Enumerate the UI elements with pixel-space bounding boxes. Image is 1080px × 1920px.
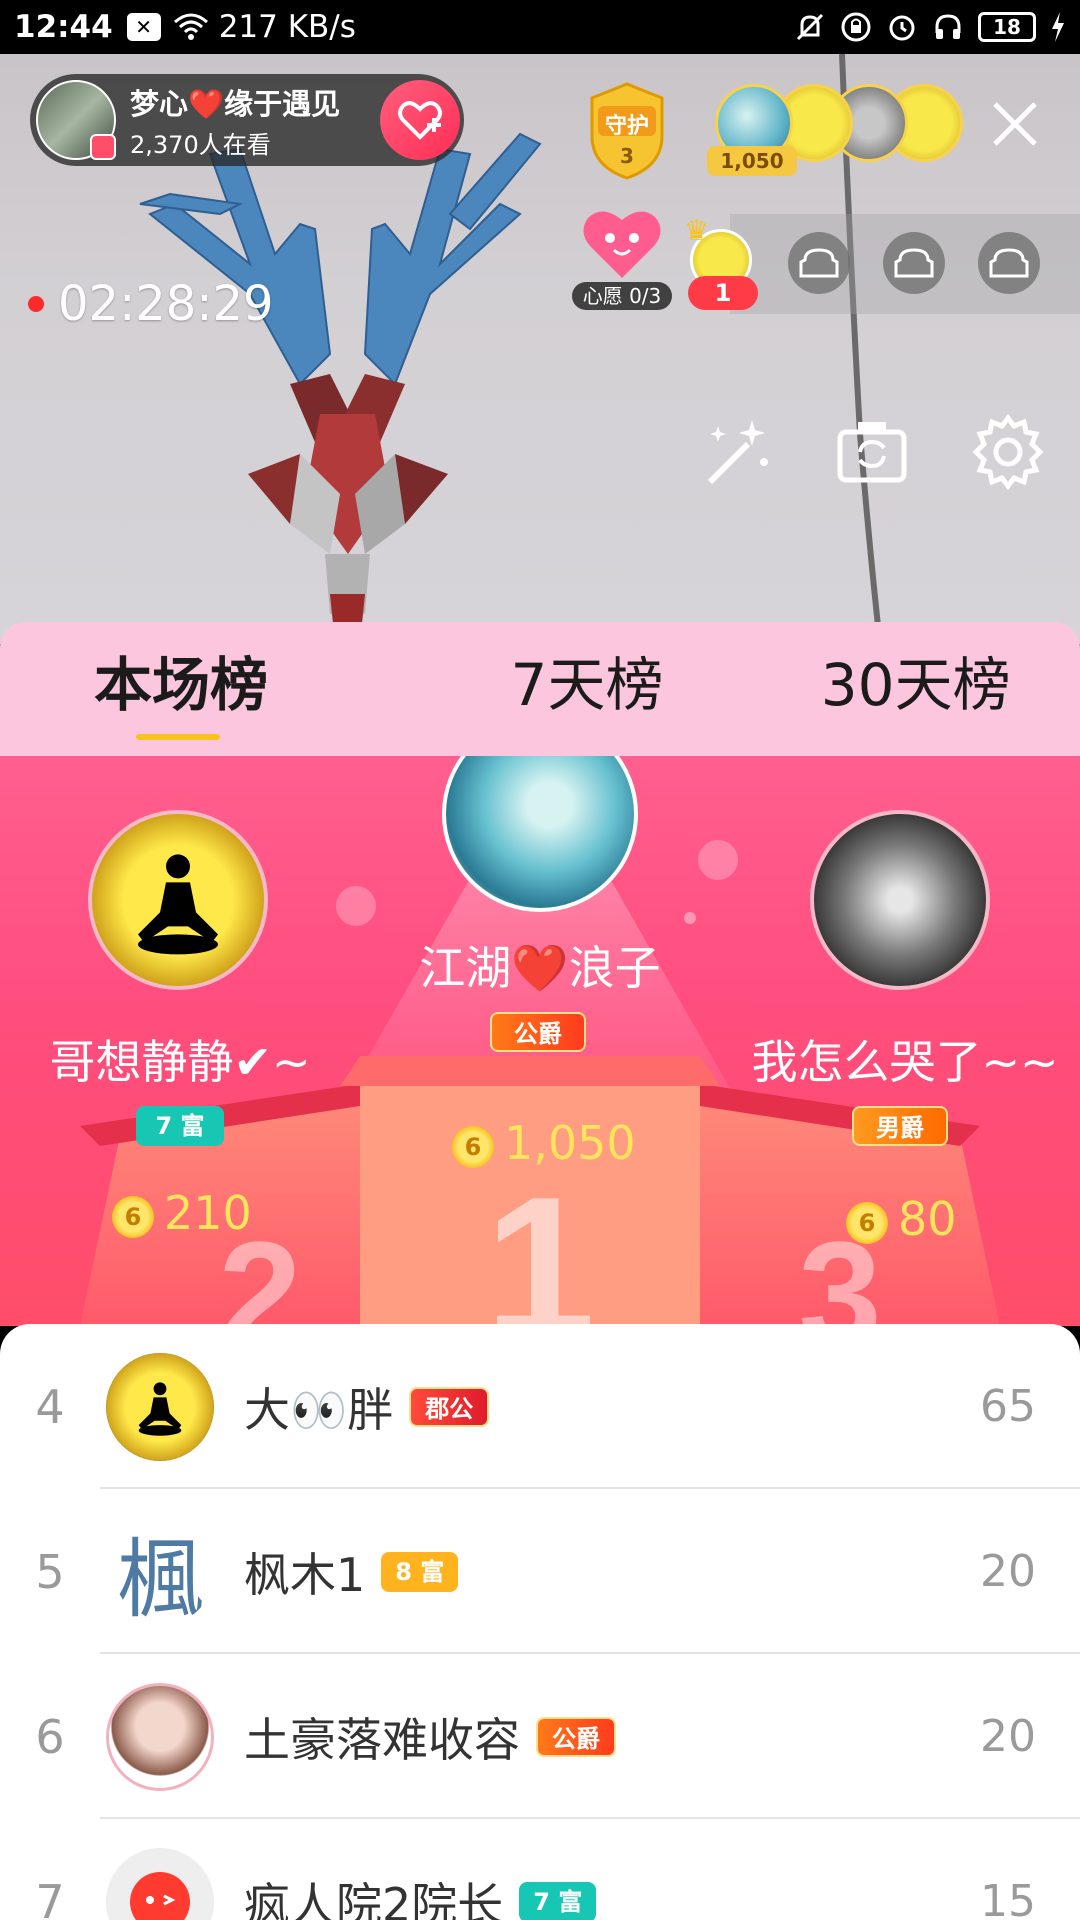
- count-badge: 郡公: [409, 1386, 490, 1427]
- lock-rotation-icon: [841, 12, 871, 42]
- user-avatar[interactable]: [106, 1352, 214, 1461]
- top-fan-score: 1,050: [707, 146, 797, 176]
- coin-icon: 6: [846, 1201, 888, 1244]
- rich-level-badge: 7 富: [136, 1106, 224, 1146]
- podium-area: 1 2 3 江湖❤️浪子 公爵 6 1,050 哥想静静✔~ 7 富 6 210 我…: [0, 756, 1080, 1326]
- user-name: 疯人院2院长: [244, 1877, 504, 1920]
- settings-gear-icon[interactable]: [968, 412, 1048, 492]
- magic-wand-icon[interactable]: [698, 412, 778, 492]
- mute-bell-icon: [796, 13, 824, 41]
- third-place-name: 我怎么哭了~~: [751, 1035, 1059, 1089]
- second-place-name: 哥想静静✔~: [49, 1035, 311, 1089]
- coin-icon: 6: [452, 1125, 494, 1168]
- crown-icon: ♛: [684, 214, 710, 247]
- rank-number: 4: [35, 1379, 65, 1434]
- list-item[interactable]: 5 楓 枫木1 8 富 20: [0, 1489, 1080, 1654]
- first-place-name: 江湖❤️浪子: [419, 941, 661, 995]
- seat-number: 1: [688, 276, 758, 310]
- guard-count: 3: [620, 144, 634, 168]
- top-fans[interactable]: 1,050: [707, 84, 963, 176]
- battery-icon: 18: [978, 12, 1036, 42]
- follow-button[interactable]: [380, 80, 460, 160]
- rank-number: 5: [35, 1544, 65, 1599]
- host-name: 梦心❤️缘于遇见: [130, 86, 341, 121]
- notification-x-icon: ✕: [126, 13, 161, 41]
- rich-level-badge: 8 富: [381, 1551, 459, 1592]
- guard-label: 守护: [604, 114, 649, 139]
- rank-number: 6: [35, 1709, 65, 1764]
- wish-button[interactable]: 心愿 0/3: [572, 204, 672, 314]
- sofa-icon: [799, 248, 839, 278]
- close-icon[interactable]: [985, 94, 1045, 154]
- podium-rank-1: 1: [484, 1156, 595, 1326]
- second-place-score: 6 210: [112, 1186, 252, 1240]
- ranking-tabs: 本场榜 7天榜 30天榜: [0, 622, 1080, 756]
- heart-plus-icon: [398, 101, 442, 140]
- live-timer: 02:28:29: [28, 276, 274, 332]
- wifi-icon: [173, 13, 208, 40]
- coin-icon: 6: [112, 1195, 154, 1238]
- meditation-silhouette-icon: [138, 1381, 182, 1436]
- charging-icon: [1052, 12, 1064, 42]
- record-dot-icon: [28, 296, 44, 312]
- third-place-score: 6 80: [846, 1192, 957, 1246]
- headphones-icon: [935, 14, 961, 39]
- live-video[interactable]: 梦心❤️缘于遇见 2,370人在看 守护 3 1,050 02:28:29 心愿…: [0, 54, 1080, 644]
- host-avatar[interactable]: [36, 80, 116, 160]
- rank-number: 7: [35, 1874, 65, 1920]
- user-score: 15: [980, 1876, 1036, 1920]
- list-item[interactable]: 7 疯人院2院长 7 富 15: [0, 1819, 1080, 1920]
- ranking-list[interactable]: 4 大👀胖 郡公 65 5 楓 枫木1 8 富 20 6 土豪落难收容 公爵 2…: [0, 1324, 1080, 1920]
- timer-text: 02:28:29: [58, 276, 274, 332]
- empty-seat[interactable]: [978, 232, 1040, 294]
- user-score: 20: [980, 1546, 1036, 1597]
- viewer-count: 2,370人在看: [130, 130, 271, 159]
- red-face-icon: [130, 1871, 190, 1920]
- user-name: 枫木1: [244, 1547, 366, 1602]
- duke-badge: 公爵: [490, 1012, 586, 1052]
- user-avatar[interactable]: [106, 1847, 214, 1920]
- sofa-icon: [894, 248, 934, 278]
- user-name: 土豪落难收容: [244, 1712, 520, 1767]
- user-score: 65: [980, 1381, 1036, 1432]
- camera-switch-icon[interactable]: [832, 412, 912, 492]
- second-place-avatar[interactable]: [88, 810, 268, 990]
- empty-seat[interactable]: [883, 232, 945, 294]
- user-avatar[interactable]: [106, 1682, 214, 1791]
- live-indicator-icon: [90, 134, 116, 160]
- empty-seat[interactable]: [788, 232, 850, 294]
- alarm-icon: [889, 15, 915, 41]
- meditation-silhouette-icon: [138, 854, 218, 955]
- status-time: 12:44: [14, 9, 113, 45]
- third-place-avatar[interactable]: [810, 810, 990, 990]
- network-speed: 217 KB/s: [218, 9, 356, 45]
- tab-30-days[interactable]: 30天榜: [751, 622, 1080, 756]
- tab-7-days[interactable]: 7天榜: [423, 622, 752, 756]
- wish-heart-icon: [583, 211, 661, 278]
- user-score: 20: [980, 1711, 1036, 1762]
- first-place-score: 6 1,050: [452, 1116, 636, 1170]
- list-item[interactable]: 6 土豪落难收容 公爵 20: [0, 1654, 1080, 1819]
- status-bar: 12:44 ✕ 217 KB/s 18: [0, 0, 1080, 54]
- wish-label: 心愿 0/3: [572, 282, 672, 310]
- rich-level-badge: 7 富: [519, 1881, 597, 1920]
- host-info-pill[interactable]: 梦心❤️缘于遇见 2,370人在看: [30, 74, 464, 166]
- list-item[interactable]: 4 大👀胖 郡公 65: [0, 1324, 1080, 1489]
- sofa-icon: [989, 248, 1029, 278]
- user-avatar[interactable]: 楓: [106, 1517, 214, 1626]
- user-name: 大👀胖: [244, 1382, 394, 1437]
- duke-badge: 公爵: [536, 1716, 616, 1757]
- tab-this-session[interactable]: 本场榜: [0, 622, 423, 756]
- guard-badge[interactable]: 守护 3: [582, 80, 672, 180]
- baron-badge: 男爵: [852, 1106, 948, 1146]
